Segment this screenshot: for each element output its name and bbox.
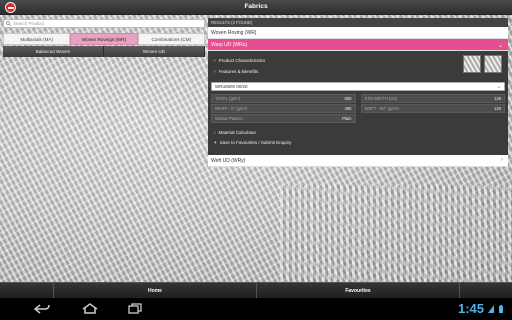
property-std-width: STD WIDTH (cm) 125 xyxy=(360,94,505,103)
back-icon[interactable] xyxy=(34,304,50,314)
chevron-down-icon: ⌄ xyxy=(497,43,503,49)
home-button[interactable]: Home xyxy=(53,283,256,298)
page-title: Fabrics xyxy=(244,3,268,10)
category-tabs: Multiaxials (MA) Woven Rovings (WR) Comb… xyxy=(3,33,205,45)
result-item-label: Warp UD (WRu) xyxy=(211,41,248,48)
result-item-weft-ud[interactable]: Weft UD (WRy) › xyxy=(208,155,508,167)
property-value: 125 xyxy=(494,96,501,101)
product-thumbnail[interactable] xyxy=(484,55,502,73)
filter-panel: Search Product Multiaxials (MA) Woven Ro… xyxy=(3,19,205,57)
results-count: RESULTS (3 FOUND) xyxy=(208,18,508,27)
chevron-down-icon: ⌄ xyxy=(496,84,501,90)
plus-icon: + xyxy=(214,139,217,145)
chevron-right-icon: › xyxy=(501,157,503,163)
bottom-bar-spacer xyxy=(459,283,512,298)
save-favourites-button[interactable]: + Save to Favourites / Submit Enquiry xyxy=(211,137,505,147)
property-warp: WARP - 0° (g/m²) 480 xyxy=(211,104,356,113)
subcategory-tabs: Balanced Woven Woven UD xyxy=(3,46,205,57)
bottom-navigation: Home Favourites xyxy=(0,282,512,298)
search-placeholder: Search Product xyxy=(13,21,45,26)
tab-woven-rovings[interactable]: Woven Rovings (WR) xyxy=(70,33,138,45)
tab-multiaxials[interactable]: Multiaxials (MA) xyxy=(3,33,71,45)
status-clock: 1:45 xyxy=(458,301,485,316)
results-panel: RESULTS (3 FOUND) Woven Roving (WR) Warp… xyxy=(208,18,508,167)
chevron-right-icon: › xyxy=(214,68,216,75)
bottom-bar-spacer xyxy=(0,283,53,298)
tab-woven-ud[interactable]: Woven UD xyxy=(104,46,205,57)
result-item-woven-roving[interactable]: Woven Roving (WR) xyxy=(208,27,508,39)
property-key: STD WIDTH (cm) xyxy=(364,96,398,101)
battery-icon xyxy=(499,305,503,313)
product-characteristics-label: Product Characteristics xyxy=(218,58,266,63)
result-item-label: Weft UD (WRy) xyxy=(211,157,246,164)
variant-selected-value: WRu0600 00/20 xyxy=(215,84,248,89)
property-weave-pattern: Weave Pattern Plain xyxy=(211,114,356,123)
wifi-icon xyxy=(488,305,494,313)
property-total: TOTAL (g/m²) 600 xyxy=(211,94,356,103)
product-details: › Product Characteristics › Features & B… xyxy=(208,51,508,155)
property-value: Plain xyxy=(342,116,352,121)
features-benefits-toggle[interactable]: › Features & Benefits xyxy=(211,66,505,77)
result-item-warp-ud[interactable]: Warp UD (WRu) ⌄ xyxy=(208,39,508,51)
tab-combinations[interactable]: Combinations (CM) xyxy=(137,33,205,45)
favourites-button[interactable]: Favourites xyxy=(256,283,459,298)
chevron-right-icon: › xyxy=(214,57,216,64)
tab-balanced-woven[interactable]: Balanced Woven xyxy=(3,46,104,57)
property-value: 120 xyxy=(494,106,501,111)
product-characteristics-toggle[interactable]: › Product Characteristics xyxy=(211,55,505,66)
property-key: WEFT - 90° (g/m²) xyxy=(364,106,399,111)
property-key: Weave Pattern xyxy=(215,116,243,121)
material-calculator-label: Material Calculator xyxy=(218,129,257,135)
property-weft: WEFT - 90° (g/m²) 120 xyxy=(360,104,505,113)
chevron-right-icon: › xyxy=(214,129,216,135)
features-benefits-label: Features & Benefits xyxy=(218,69,259,74)
property-value: 600 xyxy=(344,96,352,101)
property-key: TOTAL (g/m²) xyxy=(215,96,241,101)
property-value: 480 xyxy=(344,106,352,111)
properties-grid: TOTAL (g/m²) 600 STD WIDTH (cm) 125 WARP… xyxy=(211,94,505,123)
search-icon xyxy=(6,21,11,26)
title-bar: Fabrics xyxy=(0,0,512,15)
product-thumbnail[interactable] xyxy=(463,55,481,73)
recent-apps-icon[interactable] xyxy=(128,303,142,314)
material-calculator-toggle[interactable]: › Material Calculator xyxy=(211,127,505,137)
variant-select[interactable]: WRu0600 00/20 ⌄ xyxy=(211,82,505,91)
property-key: WARP - 0° (g/m²) xyxy=(215,106,248,111)
system-navigation-bar: 1:45 xyxy=(0,298,512,320)
save-favourites-label: Save to Favourites / Submit Enquiry xyxy=(219,139,292,145)
search-input[interactable]: Search Product xyxy=(3,19,205,28)
result-item-label: Woven Roving (WR) xyxy=(211,29,257,36)
home-icon[interactable] xyxy=(82,303,98,314)
